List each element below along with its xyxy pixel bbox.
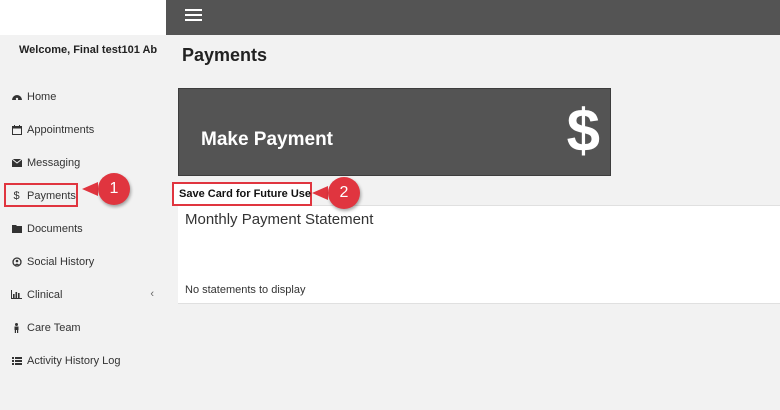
sidebar-item-label: Documents — [27, 222, 83, 235]
page-title: Payments — [182, 45, 268, 65]
calendar-icon — [11, 124, 22, 135]
callout-number: 1 — [98, 173, 130, 205]
hamburger-menu-icon[interactable] — [185, 9, 202, 23]
sidebar: Welcome, Final test101 Ab Home Appointme… — [0, 0, 166, 410]
statement-empty-message: No statements to display — [185, 284, 306, 296]
callout-marker-1: 1 — [82, 173, 130, 205]
chevron-left-icon[interactable]: ‹ — [150, 288, 154, 300]
dashboard-icon — [11, 91, 22, 102]
sidebar-item-social-history[interactable]: Social History — [0, 245, 166, 278]
sidebar-item-care-team[interactable]: Care Team — [0, 311, 166, 344]
sidebar-item-home[interactable]: Home — [0, 80, 166, 113]
sidebar-item-label: Care Team — [27, 321, 81, 334]
make-payment-button[interactable]: Make Payment $ — [178, 88, 611, 176]
dollar-sign-icon: $ — [566, 97, 600, 164]
bar-chart-icon — [11, 289, 22, 300]
sidebar-item-appointments[interactable]: Appointments — [0, 113, 166, 146]
sidebar-item-label: Clinical — [27, 288, 63, 301]
sidebar-item-label: Home — [27, 90, 57, 103]
sidebar-item-activity-history-log[interactable]: Activity History Log — [0, 344, 166, 377]
callout-marker-2: 2 — [312, 177, 360, 209]
monthly-statement-panel: Monthly Payment Statement No statements … — [178, 205, 780, 304]
person-icon — [11, 322, 22, 333]
list-icon — [11, 355, 22, 366]
callout-pointer — [82, 182, 98, 196]
sidebar-item-label: Activity History Log — [27, 354, 121, 367]
sidebar-item-clinical[interactable]: Clinical ‹ — [0, 278, 166, 311]
sidebar-item-label: Messaging — [27, 156, 81, 169]
highlight-box — [4, 183, 78, 207]
folder-icon — [11, 223, 22, 234]
sidebar-logo-area — [0, 0, 166, 35]
save-card-button[interactable]: Save Card for Future Use — [172, 182, 312, 206]
top-bar — [166, 0, 780, 35]
envelope-icon — [11, 157, 22, 168]
statement-title: Monthly Payment Statement — [185, 211, 374, 228]
welcome-text: Welcome, Final test101 Ab — [19, 44, 158, 56]
callout-number: 2 — [328, 177, 360, 209]
social-icon — [11, 256, 22, 267]
callout-pointer — [312, 186, 328, 200]
sidebar-item-documents[interactable]: Documents — [0, 212, 166, 245]
make-payment-label: Make Payment — [201, 129, 334, 150]
sidebar-nav: Home Appointments Messaging $ Payments D… — [0, 80, 166, 377]
sidebar-item-label: Appointments — [27, 123, 95, 136]
sidebar-item-label: Social History — [27, 255, 95, 268]
